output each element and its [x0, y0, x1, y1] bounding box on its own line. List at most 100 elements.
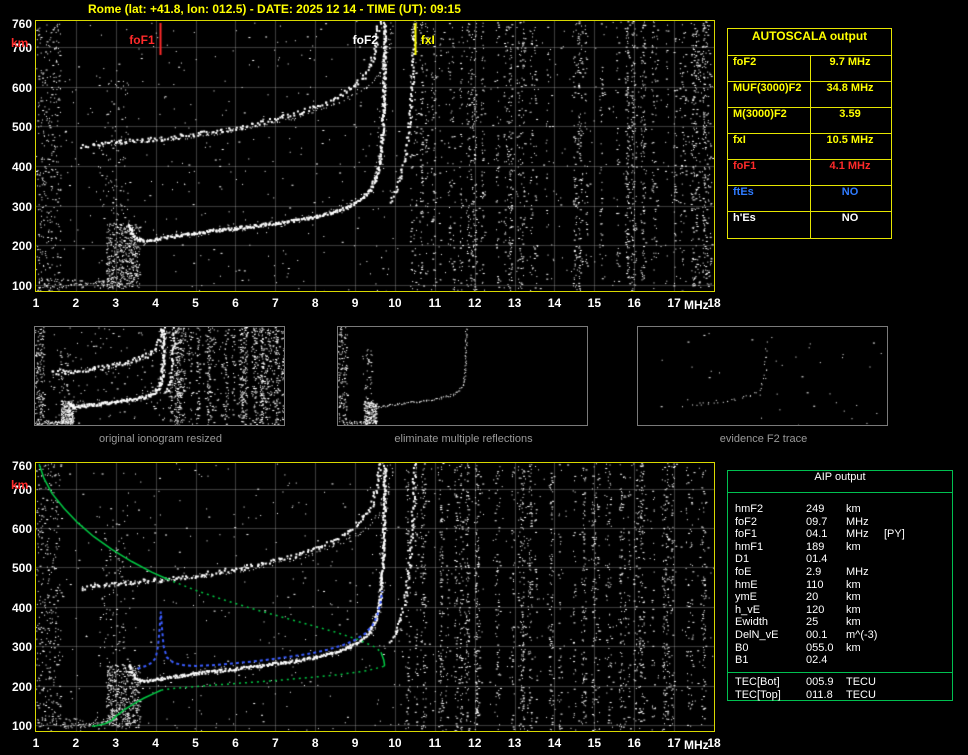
thumbnail-original-canvas [35, 327, 284, 425]
aip-row-D1: D1 01.4 [728, 553, 952, 565]
aip-param-name: D1 [735, 553, 750, 566]
aip-param-unit: m^(-3) [846, 629, 878, 641]
x-axis-tick: 10 [388, 736, 402, 750]
aip-param-unit: km [846, 540, 861, 553]
aip-param-name: TEC[Bot] [735, 676, 780, 688]
thumbnail-cleaned-canvas [338, 327, 587, 425]
aip-row-TEC[Top]: TEC[Top] 011.8 TECU [728, 689, 952, 701]
aip-param-value: 249 [806, 503, 825, 515]
aip-param-value: 120 [806, 603, 825, 616]
aip-param-value: 011.8 [806, 688, 833, 701]
x-axis-tick: 7 [271, 296, 279, 310]
x-axis-tick: 3 [112, 296, 120, 310]
profile-ionogram-plot [35, 462, 715, 732]
x-axis-tick: 1 [32, 736, 40, 750]
y-axis-tick: 400 [11, 600, 32, 615]
y-axis-tick: 760 [11, 16, 32, 31]
aip-param-value: 00.1 [806, 629, 828, 641]
x-axis-tick: 18 [707, 296, 721, 310]
thumbnail-original-ionogram [34, 326, 285, 426]
aip-param-unit: km [846, 591, 861, 604]
x-axis-tick: 18 [707, 736, 721, 750]
x-axis-tick: 15 [587, 296, 602, 310]
aip-param-name: Ewidth [735, 616, 769, 629]
x-axis-tick: 17 [667, 736, 681, 750]
aip-row-foF2: foF2 09.7 MHz [728, 516, 952, 528]
profile-ionogram-canvas [36, 463, 714, 731]
autoscala-param-label: ftEs [733, 186, 754, 198]
x-axis-tick: 13 [507, 736, 522, 750]
y-axis-tick: 600 [11, 522, 32, 537]
y-axis-tick: 200 [11, 239, 32, 254]
aip-param-extra: [PY] [884, 528, 905, 541]
aip-row-ymE: ymE 20 km [728, 591, 952, 603]
autoscala-param-value: NO [841, 212, 859, 224]
x-axis-tick: 5 [192, 736, 199, 750]
aip-row-h_vE: h_vE 120 km [728, 604, 952, 616]
x-axis-tick: 9 [351, 736, 359, 750]
x-axis-tick: 2 [72, 296, 80, 310]
autoscala-param-label: fxI [733, 134, 746, 146]
x-axis-tick: 1 [32, 296, 40, 310]
y-axis-unit: km [11, 478, 29, 492]
x-axis-tick: 8 [311, 296, 319, 310]
aip-row-TEC[Bot]: TEC[Bot] 005.9 TECU [728, 676, 952, 688]
aip-param-value: 005.9 [806, 676, 834, 688]
aip-row-hmF2: hmF2 249 km [728, 503, 952, 515]
aip-row-B0: B0 055.0 km [728, 642, 952, 654]
station-date-header: Rome (lat: +41.8, lon: 012.5) - DATE: 20… [88, 2, 461, 16]
y-axis-tick: 700 [11, 40, 32, 55]
aip-param-name: B1 [735, 654, 749, 667]
autoscala-param-label: h'Es [733, 212, 756, 224]
aip-param-name: B0 [735, 641, 749, 654]
thumbnail-cleaned-ionogram [337, 326, 588, 426]
aip-param-name: DelN_vE [735, 629, 779, 641]
aip-param-value: 2.9 [806, 566, 822, 578]
y-axis-unit: km [11, 36, 29, 50]
x-axis-tick: 14 [547, 736, 562, 750]
thumbnail-caption: original ionogram resized [99, 433, 222, 445]
y-axis-tick: 600 [11, 80, 32, 95]
autoscala-param-label: foF1 [733, 160, 757, 172]
aip-row-DelN_vE: DelN_vE 00.1 m^(-3) [728, 629, 952, 641]
aip-param-value: 110 [806, 578, 824, 591]
autoscala-param-value: 34.8 MHz [826, 82, 874, 94]
x-axis-unit: MHz [684, 738, 709, 752]
y-axis-tick: 400 [11, 159, 32, 174]
aip-param-name: hmF1 [735, 540, 764, 553]
aip-row-foE: foE 2.9 MHz [728, 566, 952, 578]
y-axis-tick: 300 [11, 640, 32, 655]
aip-param-value: 09.7 [806, 515, 828, 528]
x-axis-tick: 11 [428, 736, 442, 750]
x-axis-tick: 12 [468, 296, 482, 310]
main-ionogram-canvas [36, 21, 714, 291]
aip-param-name: foF2 [735, 515, 758, 528]
aip-param-unit: TECU [846, 676, 876, 688]
main-ionogram-plot [35, 20, 715, 292]
x-axis-tick: 10 [388, 296, 402, 310]
thumbnail-f2-trace [637, 326, 888, 426]
x-axis-tick: 16 [627, 736, 641, 750]
aip-param-value: 02.4 [806, 654, 828, 667]
x-axis-tick: 3 [112, 736, 120, 750]
x-axis-tick: 17 [667, 296, 681, 310]
y-axis-tick: 300 [11, 199, 32, 214]
x-axis-tick: 6 [232, 736, 239, 750]
aip-output-table: AIP output hmF2 249 km foF2 09.7 MHz foF1 04.1 M… [727, 470, 953, 701]
aip-param-name: TEC[Top] [735, 688, 781, 701]
y-axis-tick: 500 [11, 120, 32, 135]
aip-param-value: 20 [806, 591, 819, 604]
x-axis-tick: 15 [587, 736, 602, 750]
autoscala-param-label: M(3000)F2 [733, 108, 787, 120]
autoscala-param-label: foF2 [733, 56, 757, 68]
x-axis-tick: 13 [507, 296, 522, 310]
aip-param-unit: MHz [846, 515, 869, 528]
aip-param-name: h_vE [735, 603, 761, 616]
aip-param-name: hmE [735, 578, 758, 591]
autoscala-output-table: AUTOSCALA output foF2 9.7 MHz MUF(3000)F2 3… [727, 28, 892, 239]
x-axis-tick: 9 [351, 296, 359, 310]
autoscala-param-value: 10.5 MHz [826, 134, 874, 146]
x-axis-tick: 12 [468, 736, 482, 750]
x-axis-unit: MHz [684, 298, 709, 312]
x-axis-tick: 11 [428, 296, 442, 310]
